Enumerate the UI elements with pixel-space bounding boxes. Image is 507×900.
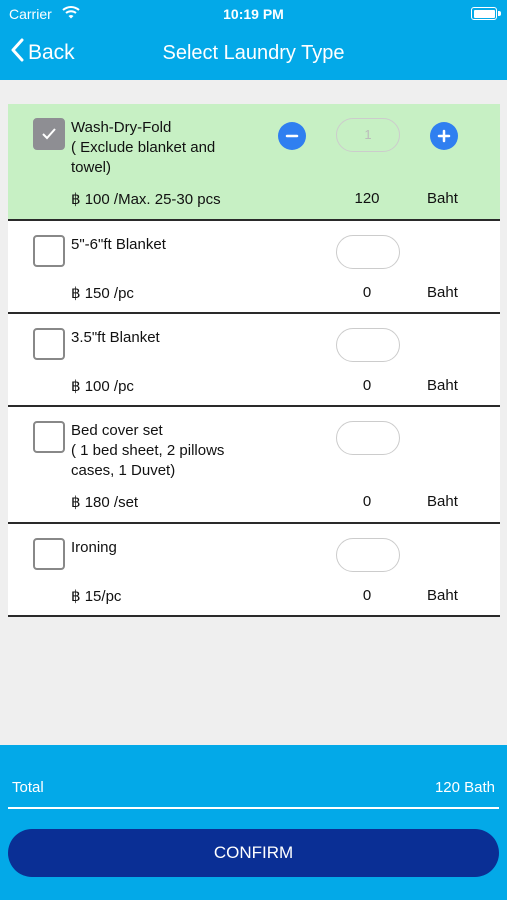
item-price: ฿ 100 /pc <box>71 378 134 395</box>
item-price: ฿ 100 /Max. 25-30 pcs <box>71 191 221 208</box>
item-unit: Baht <box>427 493 458 510</box>
item-unit: Baht <box>427 377 458 394</box>
item-checkbox[interactable] <box>33 235 65 267</box>
list-item: Ironing ฿ 15/pc 0 Baht <box>8 524 500 617</box>
item-total: 0 <box>362 493 372 510</box>
item-unit: Baht <box>427 284 458 301</box>
list-item: 3.5"ft Blanket ฿ 100 /pc 0 Baht <box>8 314 500 407</box>
footer: Total 120 Bath CONFIRM <box>0 745 507 900</box>
list-item: Bed cover set ( 1 bed sheet, 2 pillows c… <box>8 407 500 524</box>
item-checkbox[interactable] <box>33 328 65 360</box>
item-price: ฿ 15/pc <box>71 588 122 605</box>
confirm-button[interactable]: CONFIRM <box>8 829 499 877</box>
quantity-field[interactable] <box>336 421 400 455</box>
item-checkbox[interactable] <box>33 421 65 453</box>
item-total: 0 <box>362 377 372 394</box>
page-title: Select Laundry Type <box>162 42 345 64</box>
quantity-field[interactable] <box>336 538 400 572</box>
item-name: Ironing <box>71 539 117 556</box>
item-name: Bed cover set ( 1 bed sheet, 2 pillows c… <box>71 422 225 479</box>
item-checkbox[interactable] <box>33 118 65 150</box>
header: Carrier 10:19 PM Back Select Laundry Typ… <box>0 0 507 80</box>
total-label: Total <box>12 779 44 796</box>
plus-icon <box>430 129 458 143</box>
item-price: ฿ 150 /pc <box>71 285 134 302</box>
clock: 10:19 PM <box>223 6 284 22</box>
divider <box>8 807 499 809</box>
item-name: 3.5"ft Blanket <box>71 329 160 346</box>
item-price: ฿ 180 /set <box>71 494 139 511</box>
total-amount: 120 Bath <box>434 779 495 796</box>
increment-button[interactable] <box>430 122 458 150</box>
item-total: 0 <box>362 587 372 604</box>
nav-bar: Back Select Laundry Type <box>0 28 507 80</box>
laundry-type-list: Wash-Dry-Fold ( Exclude blanket and towe… <box>8 104 500 617</box>
quantity-field[interactable]: 1 <box>336 118 400 152</box>
minus-icon <box>278 129 306 143</box>
item-checkbox[interactable] <box>33 538 65 570</box>
item-total: 120 <box>354 190 380 207</box>
list-item: Wash-Dry-Fold ( Exclude blanket and towe… <box>8 104 500 221</box>
decrement-button[interactable] <box>278 122 306 150</box>
item-unit: Baht <box>427 190 458 207</box>
list-item: 5"-6"ft Blanket ฿ 150 /pc 0 Baht <box>8 221 500 314</box>
quantity-field[interactable] <box>336 235 400 269</box>
checkmark-icon <box>35 126 63 142</box>
quantity-field[interactable] <box>336 328 400 362</box>
item-unit: Baht <box>427 587 458 604</box>
status-bar: Carrier 10:19 PM <box>0 0 507 28</box>
item-total: 0 <box>362 284 372 301</box>
item-name: Wash-Dry-Fold ( Exclude blanket and towe… <box>71 119 216 176</box>
battery-icon <box>471 7 501 20</box>
item-name: 5"-6"ft Blanket <box>71 236 166 253</box>
